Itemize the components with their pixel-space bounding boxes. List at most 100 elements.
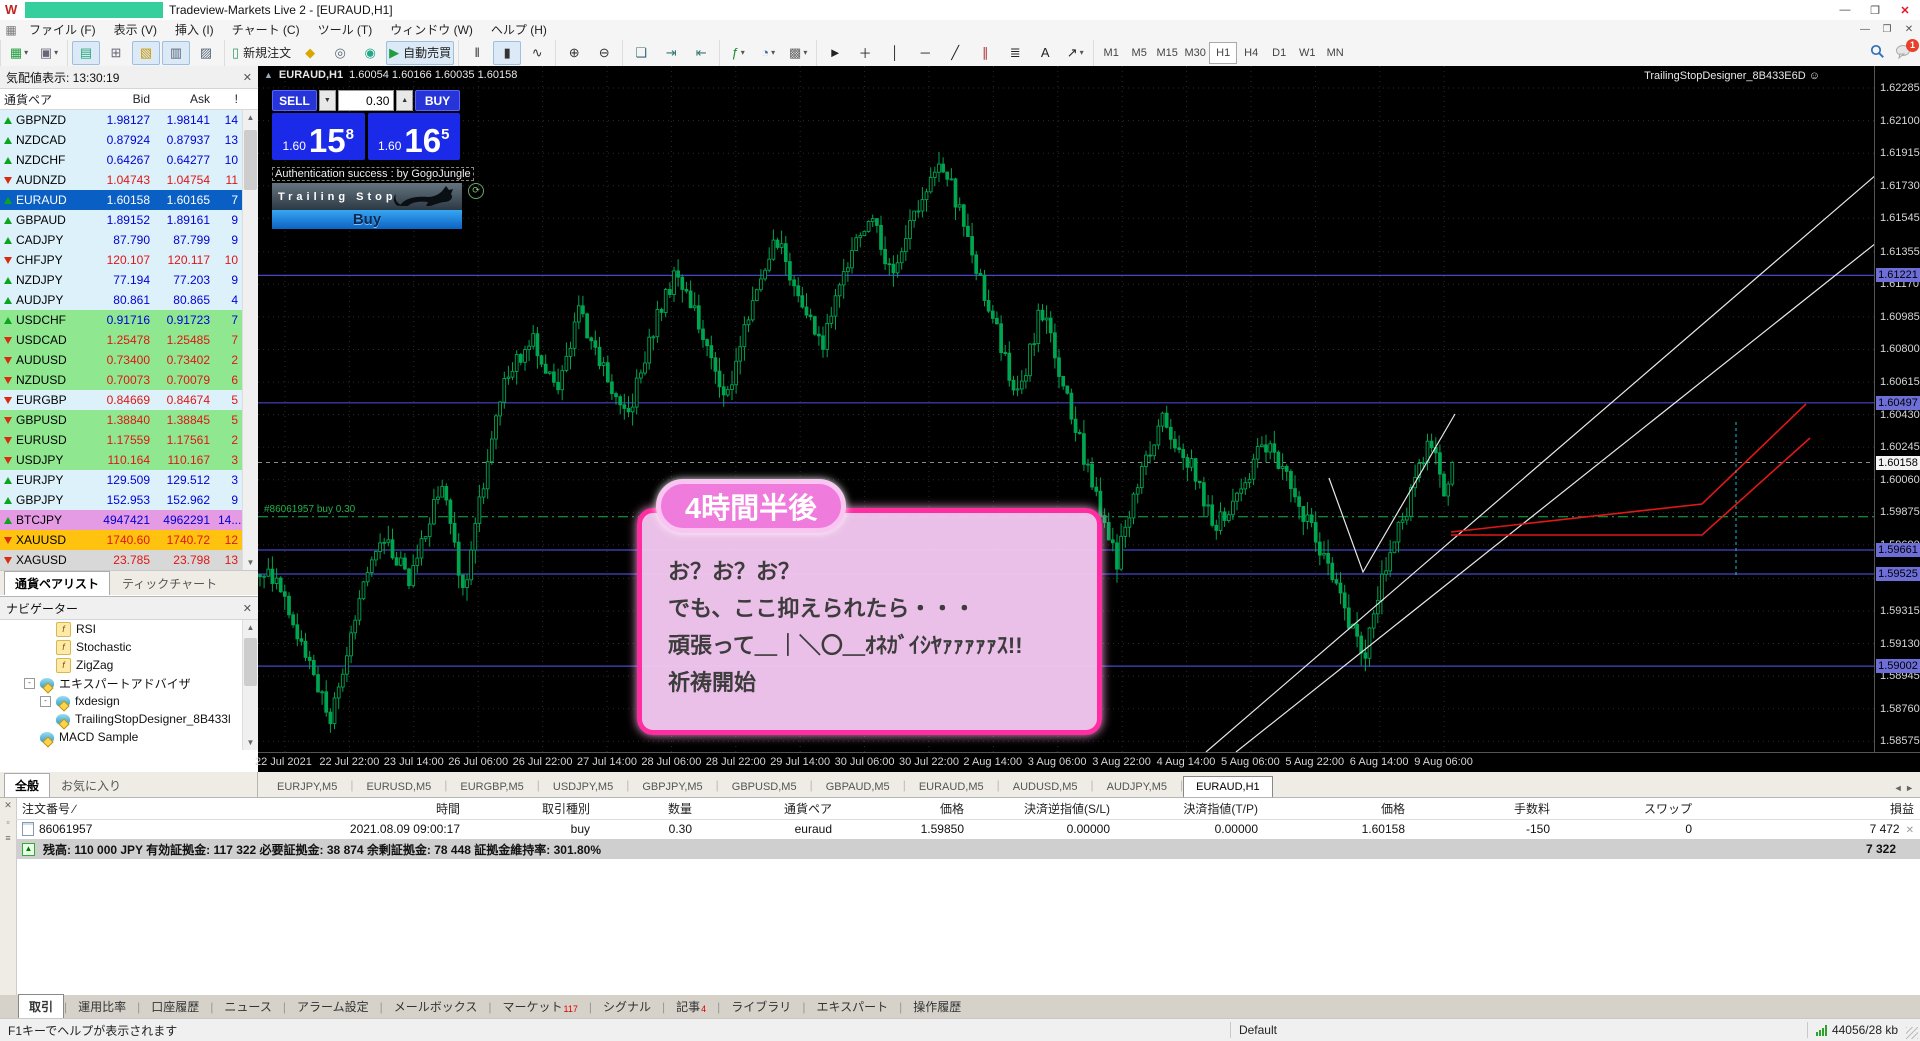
market-watch-row-nzdcad[interactable]: NZDCAD0.879240.8793713 <box>0 130 258 150</box>
market-watch-row-gbpaud[interactable]: GBPAUD1.891521.891619 <box>0 210 258 230</box>
market-watch-row-euraud[interactable]: EURAUD1.601581.601657 <box>0 190 258 210</box>
chart-shift-button[interactable]: ⇤ <box>687 41 715 65</box>
chart-tab-AUDUSD,M5[interactable]: AUDUSD,M5 <box>1000 776 1091 797</box>
data-window-button[interactable]: ⊞ <box>102 41 130 65</box>
market-watch-close-icon[interactable]: ✕ <box>243 71 252 84</box>
market-icon-button[interactable]: ◉ <box>356 41 384 65</box>
new-order-button[interactable]: ▯新規注文 <box>229 41 294 65</box>
market-watch-row-gbpnzd[interactable]: GBPNZD1.981271.9814114 <box>0 110 258 130</box>
zoom-in-button[interactable]: ⊕ <box>560 41 588 65</box>
order-col-9[interactable]: 手数料 <box>1411 800 1556 817</box>
market-watch-toggle-button[interactable]: ▤ <box>72 41 100 65</box>
market-watch-row-chfjpy[interactable]: CHFJPY120.107120.11710 <box>0 250 258 270</box>
menu-item-f[interactable]: ファイル (F) <box>20 19 105 40</box>
market-watch-scrollbar[interactable]: ▲▼ <box>242 110 258 570</box>
text-tool-button[interactable]: A <box>1031 41 1059 65</box>
scroll-thumb[interactable] <box>244 638 257 686</box>
vertical-line-tool-button[interactable]: │ <box>881 41 909 65</box>
candlestick-mode-button[interactable]: ▮ <box>493 41 521 65</box>
order-col-2[interactable]: 取引種別 <box>466 800 596 817</box>
chart-tab-GBPUSD,M5[interactable]: GBPUSD,M5 <box>719 776 810 797</box>
terminal-toggle-button[interactable]: ▥ <box>162 41 190 65</box>
chart-tab-AUDJPY,M5[interactable]: AUDJPY,M5 <box>1094 776 1180 797</box>
collapse-icon[interactable]: ▲ <box>264 70 273 80</box>
order-col-10[interactable]: スワップ <box>1556 800 1698 817</box>
menu-item-w[interactable]: ウィンドウ (W) <box>381 19 482 40</box>
tile-windows-button[interactable]: ❏ <box>627 41 655 65</box>
fibonacci-tool-button[interactable]: ≣ <box>1001 41 1029 65</box>
market-watch-row-eurusd[interactable]: EURUSD1.175591.175612 <box>0 430 258 450</box>
notifications-icon[interactable]: 1 <box>1895 44 1912 62</box>
crosshair-tool-button[interactable]: ＋ <box>851 41 879 65</box>
navigator-toggle-button[interactable]: ▧ <box>132 41 160 65</box>
menu-item-i[interactable]: 挿入 (I) <box>166 19 223 40</box>
navigator-item-fxdesign[interactable]: -fxdesign <box>0 692 258 710</box>
status-profile[interactable]: Default <box>1239 1023 1799 1037</box>
search-icon[interactable] <box>1870 44 1885 62</box>
horizontal-line-tool-button[interactable]: ─ <box>911 41 939 65</box>
scroll-thumb[interactable] <box>244 130 257 190</box>
chart-tab-USDJPY,M5[interactable]: USDJPY,M5 <box>540 776 626 797</box>
market-watch-row-xauusd[interactable]: XAUUSD1740.601740.7212 <box>0 530 258 550</box>
timeframe-h4[interactable]: H4 <box>1237 42 1265 64</box>
market-watch-row-eurjpy[interactable]: EURJPY129.509129.5123 <box>0 470 258 490</box>
auto-scroll-button[interactable]: ⇥ <box>657 41 685 65</box>
order-row[interactable]: 860619572021.08.09 09:00:17buy0.30euraud… <box>16 819 1920 840</box>
order-col-5[interactable]: 価格 <box>838 800 970 817</box>
minimize-button[interactable]: — <box>1830 1 1860 20</box>
profiles-button[interactable]: ▣▾ <box>35 41 63 65</box>
buy-button[interactable]: BUY <box>415 90 460 111</box>
timeframe-h1[interactable]: H1 <box>1209 42 1237 64</box>
market-watch-row-usdchf[interactable]: USDCHF0.917160.917237 <box>0 310 258 330</box>
child-minimize-button[interactable]: — <box>1854 24 1876 35</box>
line-chart-mode-button[interactable]: ∿ <box>523 41 551 65</box>
sell-button[interactable]: SELL <box>272 90 317 111</box>
chart-tab-GBPAUD,M5[interactable]: GBPAUD,M5 <box>813 776 903 797</box>
chart-tab-EURJPY,M5[interactable]: EURJPY,M5 <box>264 776 350 797</box>
market-watch-row-gbpjpy[interactable]: GBPJPY152.953152.9629 <box>0 490 258 510</box>
chart-tab-EURAUD,M5[interactable]: EURAUD,M5 <box>906 776 997 797</box>
chart-tab-EURUSD,M5[interactable]: EURUSD,M5 <box>353 776 444 797</box>
navigator-item-TrailingStopDesigner_8B433l[interactable]: TrailingStopDesigner_8B433l <box>0 710 258 728</box>
tab-全般[interactable]: 全般 <box>4 773 50 797</box>
trendline-tool-button[interactable]: ╱ <box>941 41 969 65</box>
volume-up-stepper[interactable]: ▲ <box>396 90 413 111</box>
market-watch-row-cadjpy[interactable]: CADJPY87.79087.7999 <box>0 230 258 250</box>
market-watch-row-gbpusd[interactable]: GBPUSD1.388401.388455 <box>0 410 258 430</box>
market-watch-row-audnzd[interactable]: AUDNZD1.047431.0475411 <box>0 170 258 190</box>
arrows-tool-button[interactable]: ↗▾ <box>1061 41 1089 65</box>
metaeditor-button[interactable]: ◆ <box>296 41 324 65</box>
volume-input[interactable]: 0.30 <box>338 90 395 111</box>
navigator-scrollbar[interactable]: ▲▼ <box>242 620 258 750</box>
resize-grip[interactable] <box>1906 1027 1918 1039</box>
menu-item-v[interactable]: 表示 (V) <box>105 19 166 40</box>
market-watch-row-xagusd[interactable]: XAGUSD23.78523.79813 <box>0 550 258 570</box>
navigator-item-RSI[interactable]: fRSI <box>0 620 258 638</box>
menu-item-h[interactable]: ヘルプ (H) <box>482 19 556 40</box>
tab-お気に入り[interactable]: お気に入り <box>50 773 132 797</box>
chart-tab-EURGBP,M5[interactable]: EURGBP,M5 <box>447 776 536 797</box>
chart-plot-area[interactable]: ▲ EURAUD,H1 1.60054 1.60166 1.60035 1.60… <box>258 66 1874 752</box>
order-col-8[interactable]: 価格 <box>1264 800 1411 817</box>
order-col-4[interactable]: 通貨ペア <box>698 800 838 817</box>
search-documents-button[interactable]: ◎ <box>326 41 354 65</box>
navigator-item-Moving Average[interactable]: Moving Average <box>0 746 258 750</box>
navigator-item-MACD Sample[interactable]: MACD Sample <box>0 728 258 746</box>
order-col-1[interactable]: 時間 <box>206 800 466 817</box>
chart-tab-EURAUD,H1[interactable]: EURAUD,H1 <box>1183 776 1273 797</box>
menu-item-t[interactable]: ツール (T) <box>309 19 382 40</box>
navigator-item-ZigZag[interactable]: fZigZag <box>0 656 258 674</box>
terminal-tab-メールボックス[interactable]: メールボックス <box>383 994 489 1018</box>
order-col-6[interactable]: 決済逆指値(S/L) <box>970 800 1116 817</box>
market-watch-row-audjpy[interactable]: AUDJPY80.86180.8654 <box>0 290 258 310</box>
scroll-down-icon[interactable]: ▼ <box>243 735 258 750</box>
volume-down-stepper[interactable]: ▼ <box>319 90 336 111</box>
timeframe-mn[interactable]: MN <box>1321 42 1349 64</box>
terminal-tab-エキスパート[interactable]: エキスパート <box>805 994 899 1018</box>
scroll-down-icon[interactable]: ▼ <box>243 555 258 570</box>
terminal-menu-icon[interactable]: ≡ <box>5 833 10 843</box>
terminal-tab-シグナル[interactable]: シグナル <box>592 994 662 1018</box>
zoom-out-button[interactable]: ⊖ <box>590 41 618 65</box>
bar-chart-mode-button[interactable]: ‖ <box>463 41 491 65</box>
terminal-pin-icon[interactable]: ▫ <box>6 817 9 827</box>
